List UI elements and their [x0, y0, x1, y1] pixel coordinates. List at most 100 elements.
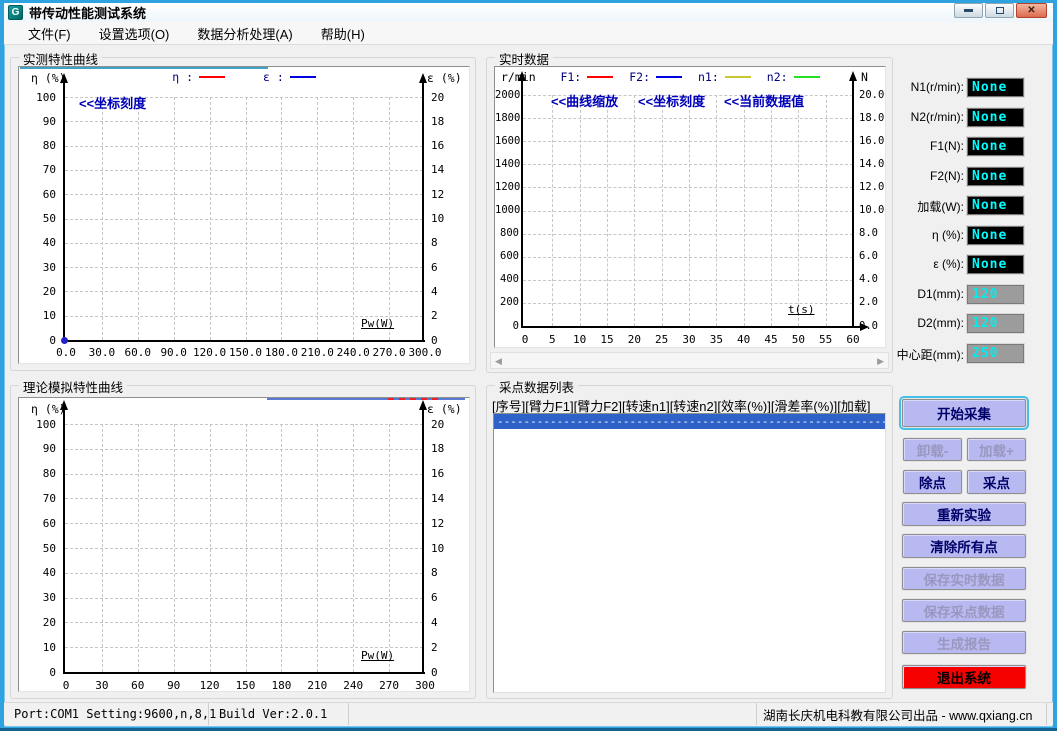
y-axis-right-arrow-icon: [419, 400, 427, 410]
chart-annotation[interactable]: <<坐标刻度: [638, 91, 705, 110]
datalist-selected-row[interactable]: ----------------------------------------…: [494, 414, 885, 429]
gridline-v: [389, 424, 390, 672]
x-tick-label: 180.0: [261, 346, 301, 359]
datalist-listbox[interactable]: ----------------------------------------…: [493, 413, 886, 693]
y-right-tick-label: 8: [431, 236, 438, 249]
y-right-tick-label: 10: [431, 542, 444, 555]
x-axis-title: Pw(W): [361, 649, 394, 662]
y-axis-right: [422, 410, 424, 674]
gridline-v: [102, 97, 103, 340]
save-realtime-data-button[interactable]: 保存实时数据: [902, 567, 1026, 590]
readout-label-d1: D1(mm):: [880, 287, 964, 301]
clear-all-points-button[interactable]: 清除所有点: [902, 534, 1026, 558]
y-left-tick-label: 600: [495, 250, 519, 262]
y-axis-left-arrow-icon: [60, 400, 68, 410]
menubar: 文件(F)设置选项(O)数据分析处理(A)帮助(H): [4, 22, 1053, 45]
maximize-button[interactable]: [985, 3, 1014, 18]
readout-value-n2: None: [967, 108, 1024, 127]
x-tick-label: 0.0: [46, 346, 86, 359]
save-point-data-button[interactable]: 保存采点数据: [902, 599, 1026, 622]
gridline-h: [65, 598, 423, 599]
y-left-tick-label: 70: [19, 492, 56, 505]
y-left-tick-label: 60: [19, 188, 56, 201]
right-axis-title: ε (%): [427, 402, 462, 416]
gridline-h: [523, 234, 853, 235]
legend-label: n1:: [698, 70, 719, 84]
minimize-button[interactable]: [954, 3, 983, 18]
y-right-tick-label: 0: [431, 334, 438, 347]
load-plus-button[interactable]: 加载+: [967, 438, 1026, 461]
y-left-tick-label: 40: [19, 566, 56, 579]
chart-top-strip: [20, 67, 268, 69]
y-right-tick-label: 2: [431, 309, 438, 322]
gridline-v: [317, 424, 318, 672]
menu-item-file[interactable]: 文件(F): [14, 22, 85, 45]
x-tick-label: 240.0: [333, 346, 373, 359]
y-left-tick-label: 0: [495, 320, 519, 332]
close-button[interactable]: ✕: [1016, 3, 1047, 18]
gridline-v: [210, 424, 211, 672]
gridline-v: [716, 95, 717, 326]
y-left-tick-label: 50: [19, 542, 56, 555]
y-left-tick-label: 10: [19, 641, 56, 654]
generate-report-button[interactable]: 生成报告: [902, 631, 1026, 654]
y-right-tick-label: 6: [431, 591, 438, 604]
titlebar: G 带传动性能测试系统 ✕: [4, 3, 1053, 22]
readout-value-load: None: [967, 196, 1024, 215]
gridline-h: [523, 164, 853, 165]
x-tick-label: 240: [333, 679, 373, 692]
gridline-v: [689, 95, 690, 326]
gridline-h: [65, 498, 423, 499]
app-icon: G: [8, 5, 23, 20]
x-tick-label: 300.0: [405, 346, 445, 359]
remove-point-button[interactable]: 除点: [903, 470, 962, 494]
x-axis-title: Pw(W): [361, 317, 394, 330]
menu-item-data-analysis[interactable]: 数据分析处理(A): [183, 22, 306, 45]
readout-label-f2: F2(N):: [880, 169, 964, 183]
app-window: G 带传动性能测试系统 ✕ 文件(F)设置选项(O)数据分析处理(A)帮助(H)…: [0, 0, 1057, 731]
gridline-v: [317, 97, 318, 340]
legend-item: ε :: [263, 70, 316, 84]
legend-label: ε :: [263, 70, 284, 84]
x-tick-label: 210.0: [297, 346, 337, 359]
legend-item: F2:: [629, 70, 682, 84]
exit-system-button[interactable]: 退出系统: [902, 665, 1026, 689]
y-left-tick-label: 100: [19, 418, 56, 431]
y-left-tick-label: 1400: [495, 158, 519, 170]
collect-point-button[interactable]: 采点: [967, 470, 1026, 494]
gridline-h: [65, 449, 423, 450]
readout-value-center-distance: 250: [967, 344, 1024, 363]
gridline-h: [65, 219, 423, 220]
close-icon: ✕: [1027, 5, 1035, 16]
readout-value-f2: None: [967, 167, 1024, 186]
gridline-v: [138, 97, 139, 340]
gridline-v: [607, 95, 608, 326]
menu-item-help[interactable]: 帮助(H): [307, 22, 379, 45]
realtime-scrollbar[interactable]: ◀ ▶: [490, 352, 889, 369]
chart-annotation[interactable]: <<当前数据值: [724, 91, 804, 110]
y-left-tick-label: 60: [19, 517, 56, 530]
gridline-v: [634, 95, 635, 326]
gridline-v: [826, 95, 827, 326]
menu-item-options[interactable]: 设置选项(O): [85, 22, 184, 45]
scroll-left-icon[interactable]: ◀: [495, 354, 502, 369]
readout-value-eta: None: [967, 226, 1024, 245]
chart-annotation[interactable]: <<坐标刻度: [79, 93, 146, 112]
statusbar-build-panel: Build Ver:2.0.1: [209, 703, 349, 725]
gridline-v: [246, 97, 247, 340]
legend-swatch: [587, 76, 613, 78]
gridline-h: [65, 622, 423, 623]
x-tick-label: 90.0: [154, 346, 194, 359]
restart-experiment-button[interactable]: 重新实验: [902, 502, 1026, 526]
y-left-tick-label: 1600: [495, 135, 519, 147]
gridline-v: [353, 424, 354, 672]
legend-swatch: [656, 76, 682, 78]
unload-minus-button[interactable]: 卸载-: [903, 438, 962, 461]
chart-top-strip: [388, 398, 438, 400]
y-axis-right: [422, 83, 424, 342]
gridline-h: [65, 573, 423, 574]
readout-value-d2: 120: [967, 314, 1024, 333]
x-tick-label: 30: [82, 679, 122, 692]
start-collect-button[interactable]: 开始采集: [902, 399, 1026, 427]
chart-annotation[interactable]: <<曲线缩放: [551, 91, 618, 110]
